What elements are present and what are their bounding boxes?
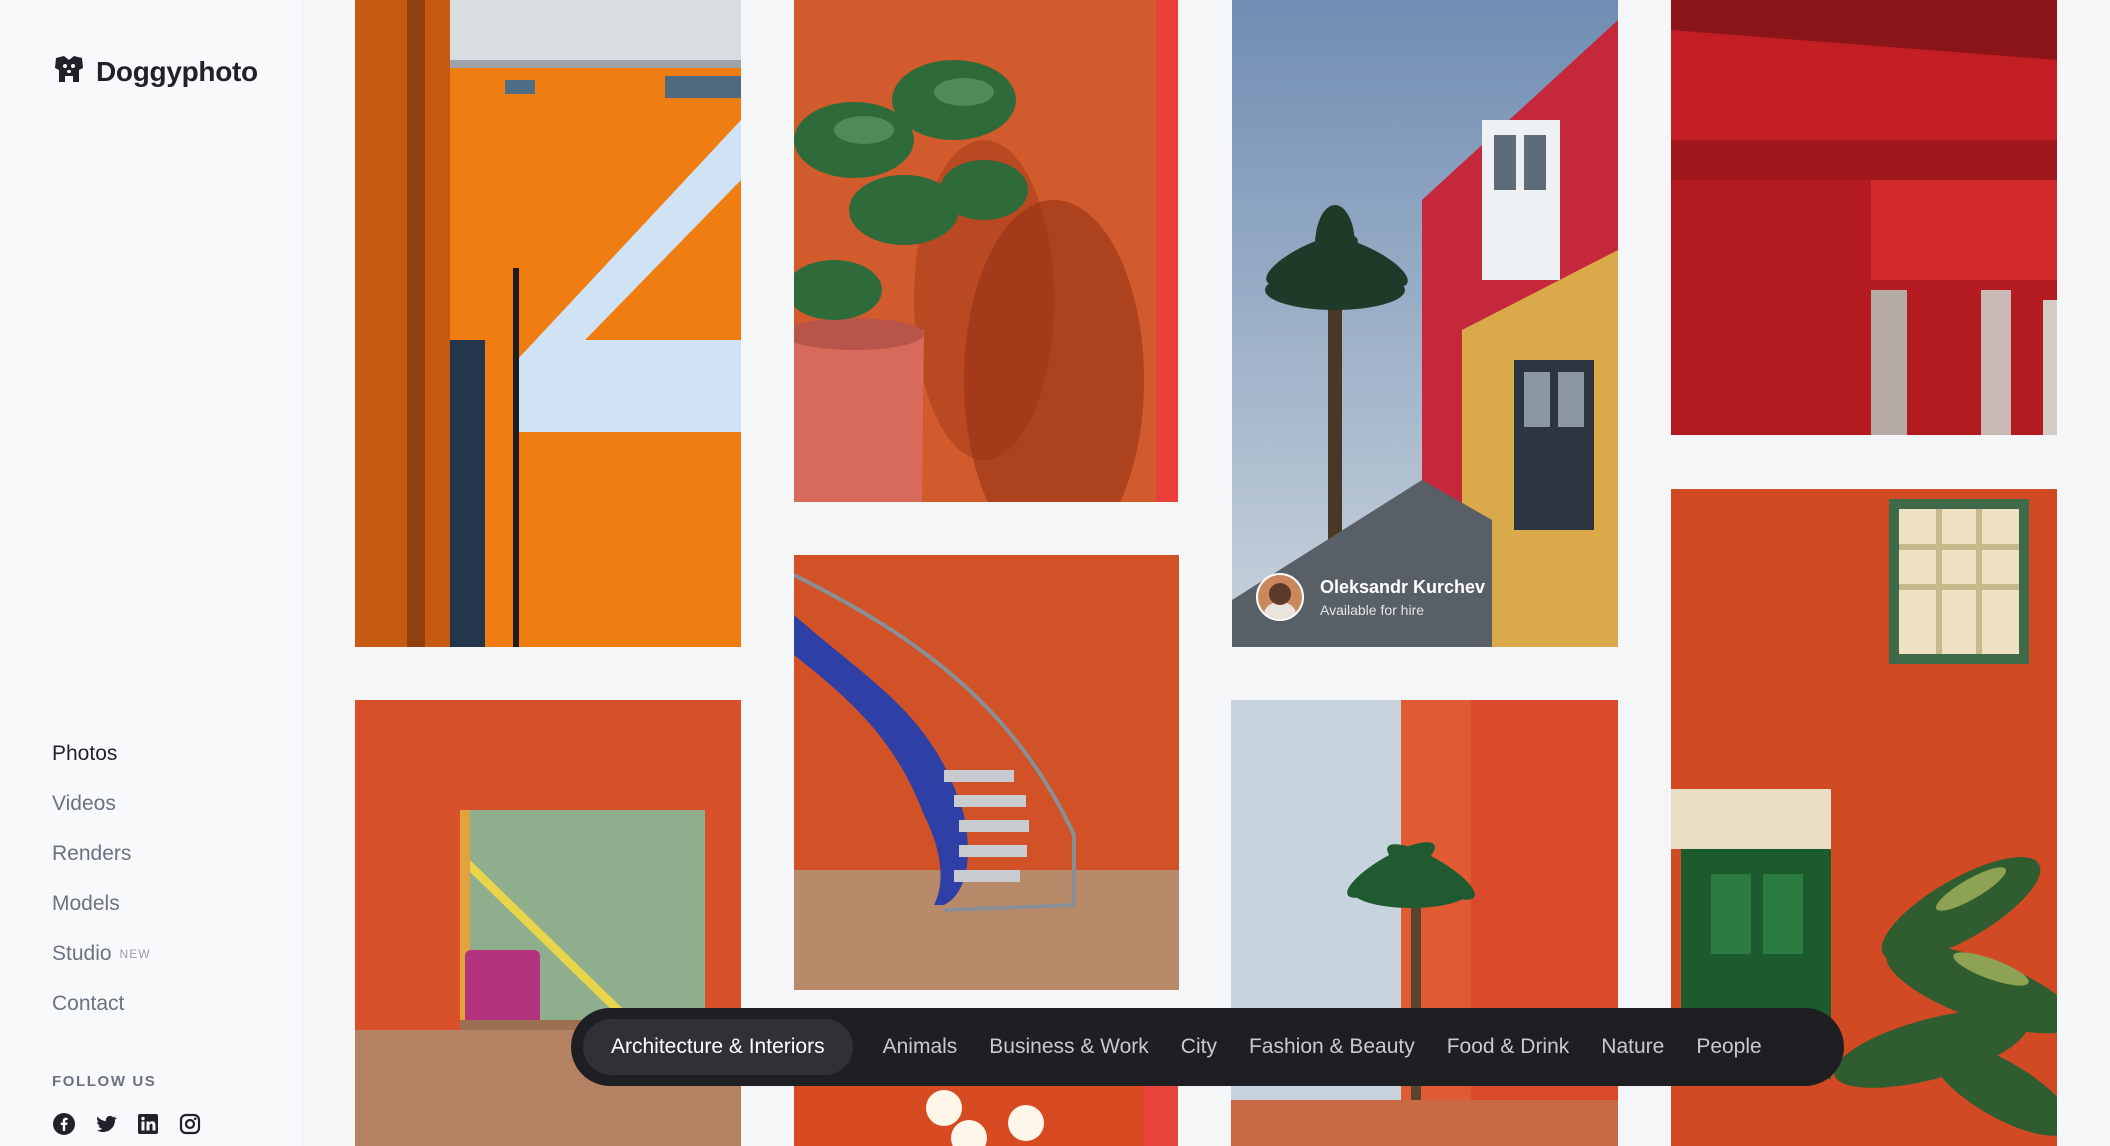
photographer-status: Available for hire bbox=[1320, 601, 1425, 618]
brand-logo[interactable]: Doggyphoto bbox=[52, 52, 258, 91]
social-links bbox=[52, 1112, 202, 1136]
nav-item-studio[interactable]: Studio NEW bbox=[52, 935, 151, 985]
category-city[interactable]: City bbox=[1165, 1019, 1233, 1075]
nav-label: Contact bbox=[52, 992, 125, 1015]
photo-red-building[interactable] bbox=[1671, 0, 2057, 435]
category-fashion-beauty[interactable]: Fashion & Beauty bbox=[1233, 1019, 1431, 1075]
nav-label: Photos bbox=[52, 742, 118, 765]
nav-label: Renders bbox=[52, 842, 132, 865]
category-animals[interactable]: Animals bbox=[867, 1019, 974, 1075]
category-business-work[interactable]: Business & Work bbox=[973, 1019, 1165, 1075]
nav-item-contact[interactable]: Contact bbox=[52, 985, 151, 1035]
photo-monstera-plant[interactable] bbox=[794, 0, 1178, 502]
photo-spiral-staircase[interactable] bbox=[794, 555, 1179, 990]
facebook-icon[interactable] bbox=[52, 1112, 76, 1136]
twitter-icon[interactable] bbox=[94, 1112, 118, 1136]
photographer-credit[interactable]: Oleksandr Kurchev Available for hire bbox=[1256, 573, 1485, 621]
sidebar: Doggyphoto Photos Videos Renders Models … bbox=[0, 0, 303, 1146]
brand-name: Doggyphoto bbox=[96, 55, 258, 87]
nav-label: Models bbox=[52, 892, 120, 915]
nav-item-models[interactable]: Models bbox=[52, 885, 151, 935]
nav-item-videos[interactable]: Videos bbox=[52, 785, 151, 835]
category-nature[interactable]: Nature bbox=[1585, 1019, 1680, 1075]
category-bar: Architecture & Interiors Animals Busines… bbox=[571, 1008, 1844, 1086]
nav-label: Videos bbox=[52, 792, 116, 815]
photographer-name: Oleksandr Kurchev bbox=[1320, 576, 1486, 597]
nav-item-photos[interactable]: Photos bbox=[52, 735, 151, 785]
photo-orange-door[interactable] bbox=[355, 0, 741, 647]
instagram-icon[interactable] bbox=[178, 1112, 202, 1136]
dog-logo-icon bbox=[52, 52, 86, 91]
photo-palm-house[interactable]: Oleksandr Kurchev Available for hire bbox=[1232, 0, 1618, 647]
avatar bbox=[1256, 573, 1304, 621]
follow-us-label: FOLLOW US bbox=[52, 1073, 157, 1090]
nav-label: Studio bbox=[52, 942, 112, 965]
new-badge: NEW bbox=[119, 947, 151, 962]
category-food-drink[interactable]: Food & Drink bbox=[1431, 1019, 1586, 1075]
category-architecture-interiors[interactable]: Architecture & Interiors bbox=[583, 1019, 853, 1075]
nav-item-renders[interactable]: Renders bbox=[52, 835, 151, 885]
main-nav: Photos Videos Renders Models Studio NEW C… bbox=[52, 735, 151, 1035]
category-people[interactable]: People bbox=[1680, 1019, 1777, 1075]
linkedin-icon[interactable] bbox=[136, 1112, 160, 1136]
